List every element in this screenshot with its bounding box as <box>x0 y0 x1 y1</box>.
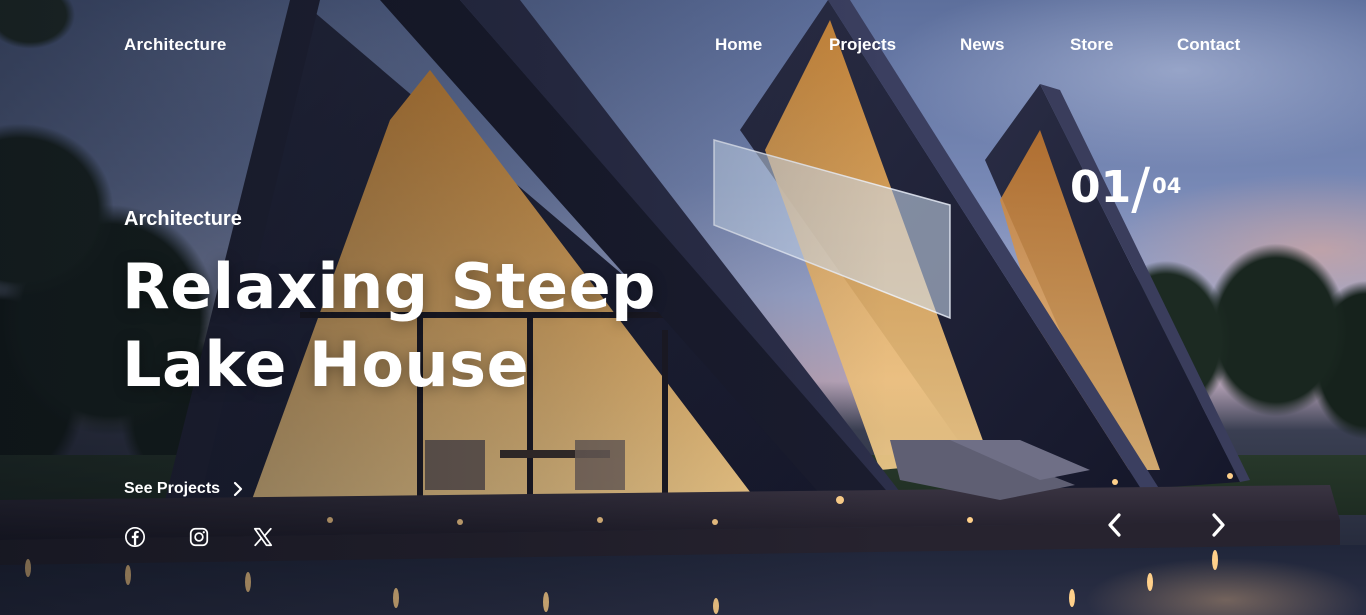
facebook-icon[interactable] <box>124 526 146 548</box>
hero-title-line-2: Lake House <box>122 328 530 401</box>
hero-title: Relaxing Steep Lake House <box>122 248 742 404</box>
next-slide-button[interactable] <box>1204 510 1232 540</box>
nav-news[interactable]: News <box>960 35 1004 55</box>
see-projects-label: See Projects <box>124 480 221 497</box>
hero-kicker: Architecture <box>124 208 242 230</box>
instagram-icon[interactable] <box>188 526 210 548</box>
slide-total: 04 <box>1152 174 1182 198</box>
chevron-right-icon <box>1212 513 1225 537</box>
nav-projects[interactable]: Projects <box>829 35 896 55</box>
nav-home[interactable]: Home <box>715 35 762 55</box>
chevron-right-icon <box>230 481 246 497</box>
hero-title-line-1: Relaxing Steep <box>122 250 656 323</box>
hero-section: Architecture Home Projects News Store Co… <box>0 0 1366 615</box>
prev-slide-button[interactable] <box>1101 510 1129 540</box>
slide-current: 01 <box>1070 162 1132 213</box>
social-links <box>124 526 274 548</box>
see-projects-link[interactable]: See Projects <box>124 480 246 498</box>
nav-contact[interactable]: Contact <box>1177 35 1240 55</box>
nav-store[interactable]: Store <box>1070 35 1113 55</box>
brand-logo[interactable]: Architecture <box>124 35 227 55</box>
slide-counter: 01 / 04 <box>1070 157 1182 222</box>
chevron-left-icon <box>1108 513 1121 537</box>
x-icon[interactable] <box>252 526 274 548</box>
slide-separator: / <box>1131 157 1151 222</box>
